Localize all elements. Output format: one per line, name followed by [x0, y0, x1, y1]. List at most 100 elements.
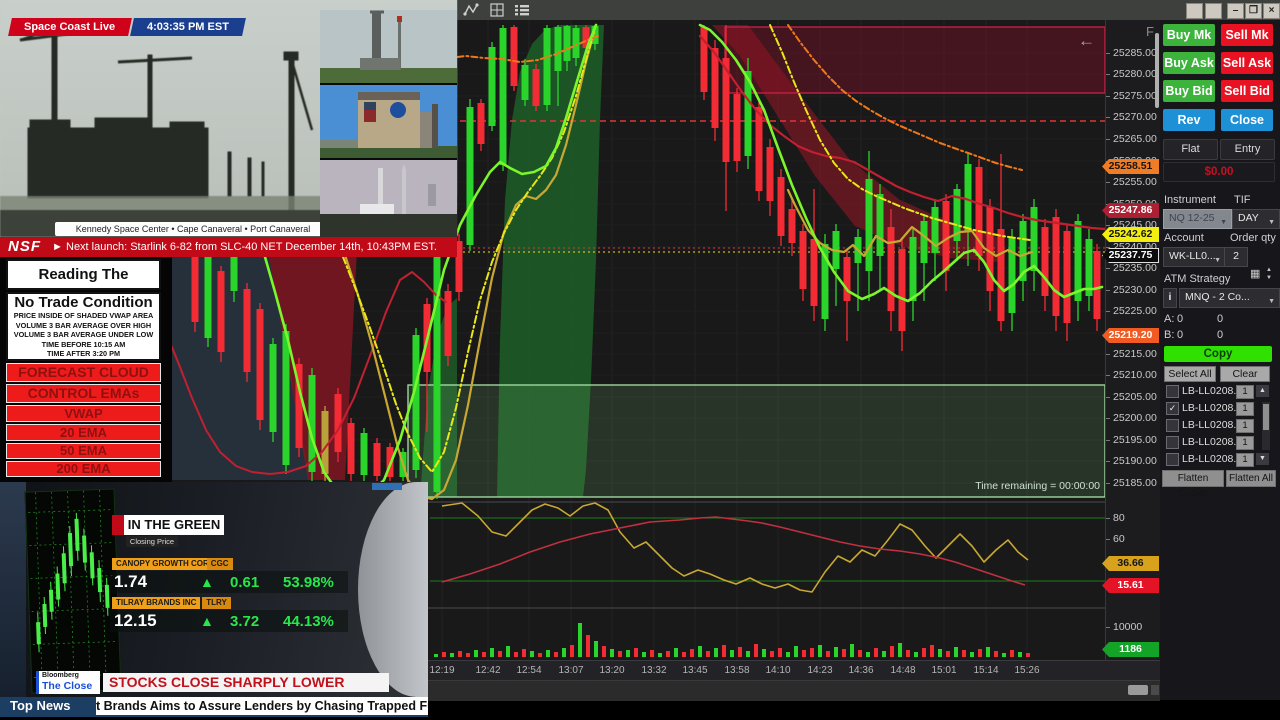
account-select[interactable]: WK-LL0... ▼	[1163, 247, 1226, 267]
copier-scroll-thumb[interactable]	[1263, 404, 1269, 430]
copier-qty-button[interactable]: 1	[1236, 419, 1254, 433]
forecast-legend-row: CONTROL EMAs	[6, 384, 161, 403]
chart-scrollbar-vertical[interactable]	[1155, 33, 1159, 108]
stock-price: 12.15	[114, 611, 157, 630]
tick-mark	[1106, 461, 1110, 462]
up-arrow-icon: ▲	[200, 613, 214, 629]
tick-mark	[1106, 418, 1110, 419]
tick-mark	[1106, 375, 1110, 376]
tick-mark	[1106, 268, 1110, 269]
sell-market-button[interactable]: Sell Mk	[1221, 24, 1273, 46]
instrument-label: Instrument	[1164, 194, 1216, 206]
flat-button[interactable]: Flat	[1163, 139, 1218, 160]
stock-change: 0.61	[230, 574, 260, 591]
price-tick-label: 25255.00	[1113, 176, 1157, 188]
copier-account-label: LB-LL0208...	[1182, 385, 1243, 397]
instrument-select[interactable]: NQ 12-25 ▼	[1163, 209, 1232, 229]
grid-tool-icon[interactable]	[489, 3, 505, 17]
flatten-all-button[interactable]: Flatten All	[1226, 470, 1276, 487]
reverse-button[interactable]: Rev	[1163, 109, 1215, 131]
bloomberg-video: IN THE GREEN Closing Price CANOPY GROWTH…	[0, 482, 428, 697]
select-all-button[interactable]: Select All	[1164, 366, 1216, 382]
bloomberg-bug: Bloomberg The Close	[36, 671, 100, 694]
draw-tool-icon[interactable]	[463, 3, 479, 17]
scroll-down-icon[interactable]: ▼	[1256, 453, 1269, 465]
copier-checkbox[interactable]	[1166, 453, 1179, 466]
forecast-legend-row: 20 EMA	[6, 424, 161, 441]
price-tick-label: 25270.00	[1113, 111, 1157, 123]
price-tick-label: 25190.00	[1113, 455, 1157, 467]
time-tick-label: 13:32	[641, 665, 667, 676]
clear-button[interactable]: Clear	[1220, 366, 1270, 382]
price-tick-label: 60	[1113, 533, 1125, 545]
stock-rows: CANOPY GROWTH CORP CGC 1.74 ▲ 0.61 53.98% TILR…	[0, 482, 428, 697]
tick-mark	[1106, 290, 1110, 291]
copier-qty-button[interactable]: 1	[1236, 402, 1254, 416]
toolbar-button-1[interactable]	[1186, 3, 1203, 19]
time-tick-label: 13:20	[599, 665, 625, 676]
copier-checkbox[interactable]	[1166, 385, 1179, 398]
time-tick-label: 14:48	[890, 665, 916, 676]
list-tool-icon[interactable]	[514, 3, 530, 17]
price-badge: 36.66	[1102, 556, 1159, 571]
price-tick-label: 25225.00	[1113, 305, 1157, 317]
orderqty-label: Order qty	[1230, 232, 1276, 244]
stock-percent: 53.98%	[283, 574, 334, 591]
tick-mark	[1106, 483, 1110, 484]
tif-select[interactable]: DAY ▼	[1232, 209, 1280, 229]
price-badge: 25219.20	[1102, 328, 1159, 343]
flatten-copier-button[interactable]: Flatten Copier	[1162, 470, 1224, 499]
atm-info-icon[interactable]: i	[1163, 288, 1177, 308]
time-tick-label: 15:14	[973, 665, 999, 676]
copier-scroll-track[interactable]	[1262, 402, 1270, 450]
stock-name-label: TILRAY BRANDS INC	[112, 597, 201, 609]
atm-a-value-2: 0	[1217, 313, 1224, 325]
tick-mark	[1106, 247, 1110, 248]
stock-ticker-label: TLRY	[202, 597, 231, 609]
toolbar-button-2[interactable]	[1205, 3, 1222, 19]
sell-bid-button[interactable]: Sell Bid	[1221, 80, 1273, 102]
copier-qty-button[interactable]: 1	[1236, 385, 1254, 399]
buy-ask-button[interactable]: Buy Ask	[1163, 52, 1215, 74]
atm-strategy-select[interactable]: MNQ - 2 Co... ▼	[1179, 288, 1280, 308]
order-entry-panel: Buy Mk Sell Mk Buy Ask Sell Ask Buy Bid …	[1160, 20, 1280, 700]
close-position-button[interactable]: Close	[1221, 109, 1273, 131]
nsf-arrow-icon: ►	[52, 241, 63, 253]
no-trade-condition-box: No Trade Condition PRICE INSIDE OF SHADE…	[6, 292, 161, 361]
copy-button[interactable]: Copy	[1164, 346, 1272, 362]
thumbnail-launch-pad	[320, 10, 457, 83]
no-trade-rules: PRICE INSIDE OF SHADED VWAP AREA VOLUME 3…	[8, 311, 159, 359]
back-to-latest-arrow-icon[interactable]: ←	[1078, 31, 1100, 51]
copier-checkbox[interactable]	[1166, 419, 1179, 432]
scroll-up-icon[interactable]: ▲	[1256, 385, 1269, 397]
chart-scrollbar-horizontal[interactable]	[1128, 685, 1148, 695]
minimize-icon[interactable]: –	[1227, 3, 1244, 19]
tick-mark	[1106, 518, 1110, 519]
entry-button[interactable]: Entry	[1220, 139, 1275, 160]
live-badge: Space Coast Live	[8, 18, 132, 36]
buy-market-button[interactable]: Buy Mk	[1163, 24, 1215, 46]
stock-name-label: CANOPY GROWTH CORP	[112, 558, 219, 570]
close-icon[interactable]: ×	[1263, 3, 1280, 19]
copier-qty-button[interactable]: 1	[1236, 436, 1254, 450]
forecast-legend-row: VWAP	[6, 405, 161, 422]
copier-checkbox[interactable]	[1166, 436, 1179, 449]
restore-icon[interactable]: ❐	[1245, 3, 1262, 19]
pnl-display: $0.00	[1163, 162, 1275, 182]
price-axis[interactable]: F 25285.00 25280.00 25275.00 25270.00 25265.…	[1102, 20, 1161, 660]
thumbnail-pad-rockets	[320, 160, 457, 237]
sell-ask-button[interactable]: Sell Ask	[1221, 52, 1273, 74]
quantity-stepper[interactable]: ▲ ▼	[1264, 266, 1274, 284]
tick-mark	[1106, 440, 1110, 441]
copier-qty-button[interactable]: 1	[1236, 453, 1254, 467]
buy-bid-button[interactable]: Buy Bid	[1163, 80, 1215, 102]
quantity-field[interactable]: 2	[1224, 247, 1248, 267]
tick-mark	[1106, 96, 1110, 97]
tick-mark	[1106, 117, 1110, 118]
tick-mark	[1106, 53, 1110, 54]
copier-checkbox[interactable]: ✓	[1166, 402, 1179, 415]
calculator-icon[interactable]: ▦	[1250, 267, 1262, 281]
price-tick-label: 25195.00	[1113, 434, 1157, 446]
price-badge: 1186	[1102, 642, 1159, 657]
no-trade-rule: VOLUME 3 BAR AVERAGE OVER HIGH	[15, 320, 152, 330]
